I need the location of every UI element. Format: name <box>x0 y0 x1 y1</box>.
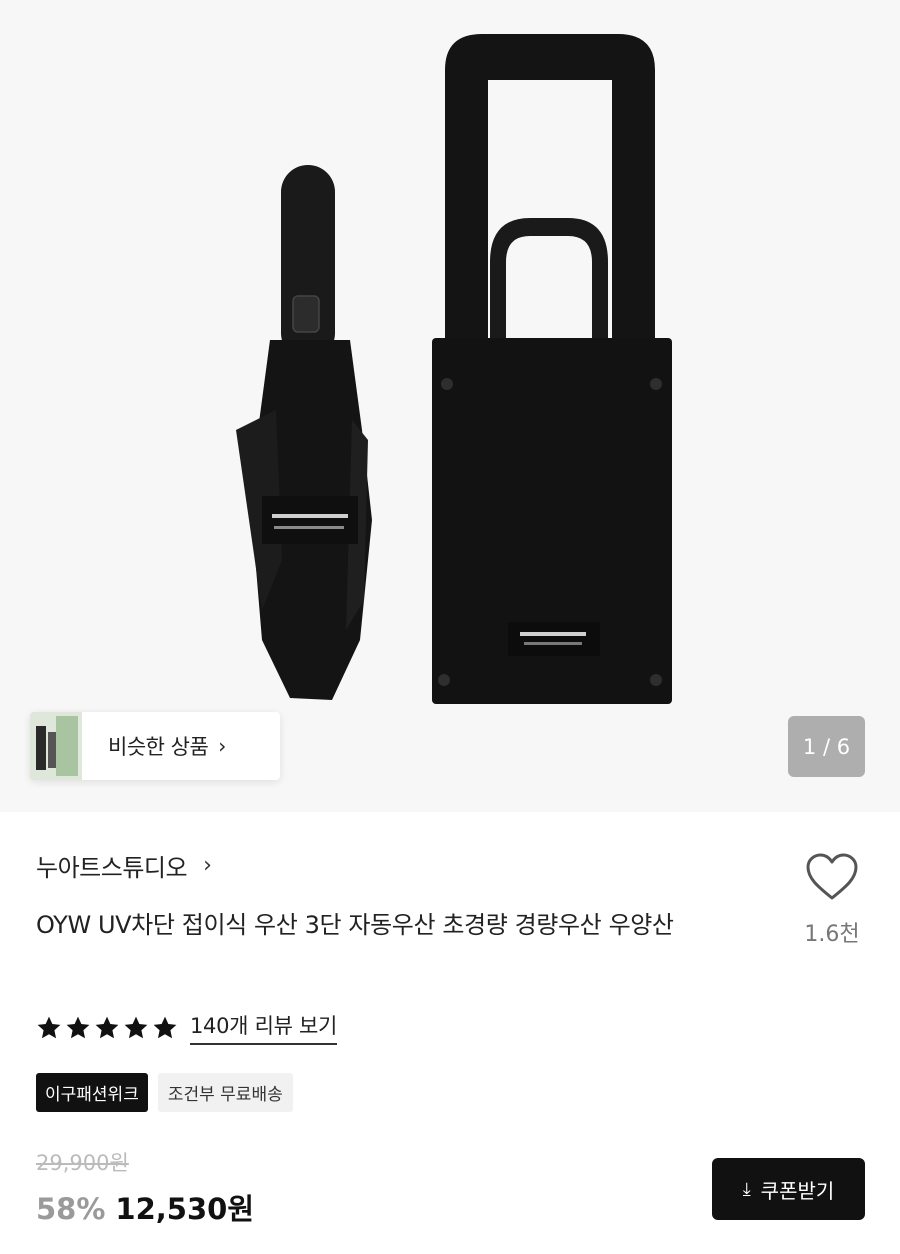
similar-product-thumbnail <box>30 712 82 780</box>
rating-row: 140개 리뷰 보기 <box>36 1010 337 1045</box>
like-count: 1.6천 <box>804 922 860 947</box>
similar-products-label: 비슷한 상품 <box>108 735 209 759</box>
brand-name: 누아트스튜디오 <box>36 854 188 882</box>
star-filled-icon <box>66 1016 90 1038</box>
brand-link[interactable]: 누아트스튜디오 › <box>36 848 212 883</box>
product-title: OYW UV차단 접이식 우산 3단 자동우산 초경량 경량우산 우양산 <box>36 911 674 939</box>
similar-products-button[interactable]: 비슷한 상품 › <box>30 712 280 780</box>
chevron-right-icon: › <box>218 734 227 758</box>
coupon-label: 쿠폰받기 <box>760 1178 835 1203</box>
discount-rate: 58% <box>36 1192 106 1226</box>
review-link[interactable]: 140개 리뷰 보기 <box>190 1010 337 1045</box>
download-icon: ⤓ <box>742 1178 751 1200</box>
price-row: 58% 12,530원 <box>36 1186 254 1228</box>
product-image-gallery[interactable]: 비슷한 상품 › 1 / 6 <box>0 0 900 812</box>
shipping-badge: 조건부 무료배송 <box>157 1073 293 1112</box>
star-filled-icon <box>95 1016 119 1038</box>
product-photo <box>236 34 672 704</box>
umbrella-pouch-bag-image <box>432 34 672 704</box>
star-filled-icon <box>124 1016 148 1038</box>
image-pager-indicator: 1 / 6 <box>788 716 865 777</box>
chevron-right-icon: › <box>203 853 212 878</box>
badge-list: 이구패션위크 조건부 무료배송 <box>36 1073 293 1112</box>
folded-umbrella-image <box>236 165 372 700</box>
heart-outline-icon[interactable] <box>805 852 859 902</box>
sale-price: 12,530원 <box>115 1192 255 1226</box>
star-filled-icon <box>37 1016 61 1038</box>
like-button[interactable]: 1.6천 <box>796 852 868 948</box>
coupon-download-button[interactable]: ⤓ 쿠폰받기 <box>712 1158 865 1220</box>
original-price: 29,900원 <box>36 1151 129 1175</box>
star-rating <box>36 1015 178 1041</box>
event-badge: 이구패션위크 <box>36 1073 148 1112</box>
star-filled-icon <box>153 1016 177 1038</box>
